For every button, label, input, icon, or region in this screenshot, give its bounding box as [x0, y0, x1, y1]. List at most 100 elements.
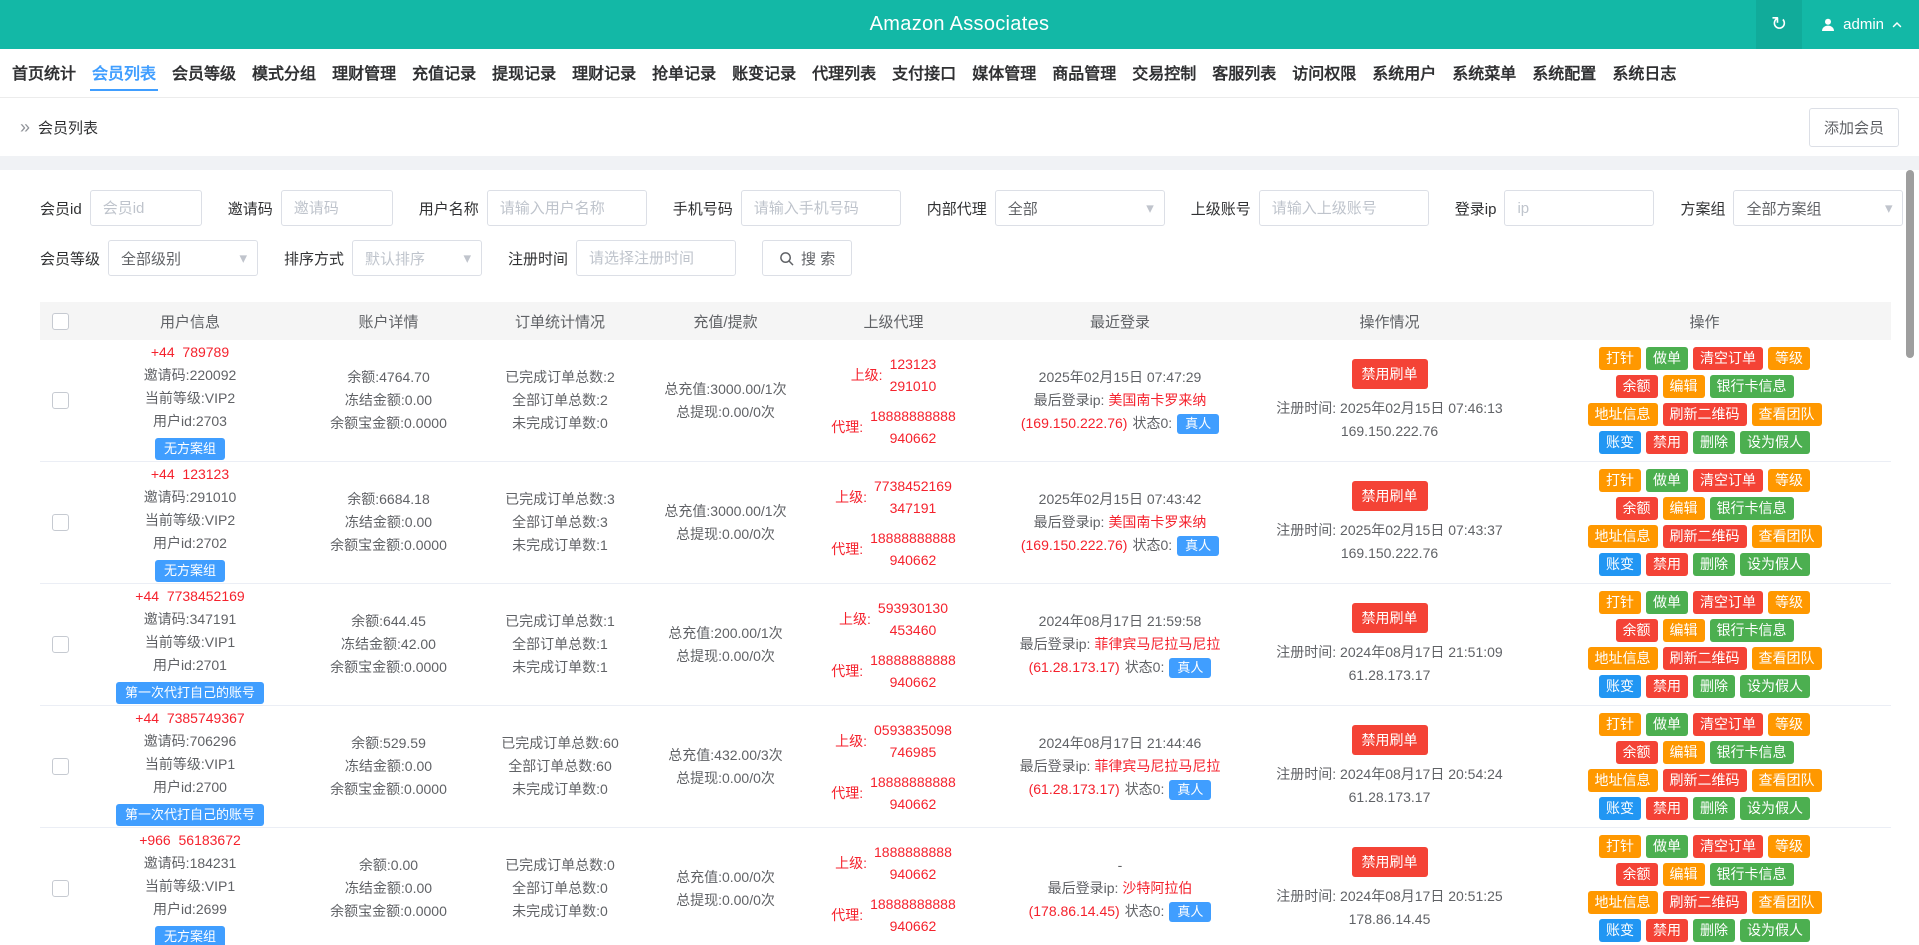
sort-order-select[interactable]: 默认排序▾ — [352, 240, 482, 276]
edit-button[interactable]: 编辑 — [1663, 863, 1705, 886]
register-time-input[interactable] — [576, 240, 736, 276]
level-button[interactable]: 等级 — [1768, 591, 1810, 614]
delete-button[interactable]: 删除 — [1693, 797, 1735, 820]
nav-item[interactable]: 媒体管理 — [970, 55, 1038, 91]
scrollbar-thumb[interactable] — [1906, 170, 1914, 358]
phone-number-input[interactable] — [741, 190, 901, 226]
delete-button[interactable]: 删除 — [1693, 553, 1735, 576]
inject-button[interactable]: 打针 — [1599, 835, 1641, 858]
nav-item[interactable]: 系统用户 — [1370, 55, 1438, 91]
address-info-button[interactable]: 地址信息 — [1588, 769, 1658, 792]
make-order-button[interactable]: 做单 — [1646, 713, 1688, 736]
plan-group-select[interactable]: 全部方案组▾ — [1733, 190, 1903, 226]
inject-button[interactable]: 打针 — [1599, 469, 1641, 492]
view-team-button[interactable]: 查看团队 — [1752, 647, 1822, 670]
make-order-button[interactable]: 做单 — [1646, 835, 1688, 858]
bank-card-info-button[interactable]: 银行卡信息 — [1710, 619, 1794, 642]
inject-button[interactable]: 打针 — [1599, 591, 1641, 614]
account-change-button[interactable]: 账变 — [1599, 797, 1641, 820]
address-info-button[interactable]: 地址信息 — [1588, 891, 1658, 914]
balance-button[interactable]: 余额 — [1616, 375, 1658, 398]
level-button[interactable]: 等级 — [1768, 347, 1810, 370]
nav-item[interactable]: 抢单记录 — [650, 55, 718, 91]
real-person-badge[interactable]: 真人 — [1177, 536, 1219, 556]
nav-item[interactable]: 访问权限 — [1290, 55, 1358, 91]
address-info-button[interactable]: 地址信息 — [1588, 525, 1658, 548]
view-team-button[interactable]: 查看团队 — [1752, 891, 1822, 914]
add-member-button[interactable]: 添加会员 — [1809, 108, 1899, 147]
level-button[interactable]: 等级 — [1768, 835, 1810, 858]
account-change-button[interactable]: 账变 — [1599, 431, 1641, 454]
real-person-badge[interactable]: 真人 — [1169, 780, 1211, 800]
nav-item[interactable]: 账变记录 — [730, 55, 798, 91]
nav-item[interactable]: 充值记录 — [410, 55, 478, 91]
delete-button[interactable]: 删除 — [1693, 675, 1735, 698]
row-checkbox[interactable] — [52, 392, 69, 409]
disable-button[interactable]: 禁用 — [1646, 431, 1688, 454]
account-change-button[interactable]: 账变 — [1599, 553, 1641, 576]
balance-button[interactable]: 余额 — [1616, 619, 1658, 642]
clear-orders-button[interactable]: 清空订单 — [1693, 835, 1763, 858]
set-as-fake-button[interactable]: 设为假人 — [1740, 431, 1810, 454]
ban-brushing-badge[interactable]: 禁用刷单 — [1352, 359, 1428, 389]
login-ip-input[interactable] — [1504, 190, 1654, 226]
nav-item[interactable]: 系统菜单 — [1450, 55, 1518, 91]
disable-button[interactable]: 禁用 — [1646, 797, 1688, 820]
plan-group-badge[interactable]: 第一次代打自己的账号 — [116, 682, 264, 704]
bank-card-info-button[interactable]: 银行卡信息 — [1710, 375, 1794, 398]
nav-item[interactable]: 会员等级 — [170, 55, 238, 91]
plan-group-badge[interactable]: 第一次代打自己的账号 — [116, 804, 264, 826]
row-checkbox[interactable] — [52, 880, 69, 897]
level-button[interactable]: 等级 — [1768, 713, 1810, 736]
bank-card-info-button[interactable]: 银行卡信息 — [1710, 497, 1794, 520]
level-button[interactable]: 等级 — [1768, 469, 1810, 492]
real-person-badge[interactable]: 真人 — [1169, 658, 1211, 678]
set-as-fake-button[interactable]: 设为假人 — [1740, 553, 1810, 576]
refresh-qrcode-button[interactable]: 刷新二维码 — [1663, 769, 1747, 792]
nav-item[interactable]: 代理列表 — [810, 55, 878, 91]
row-checkbox[interactable] — [52, 758, 69, 775]
edit-button[interactable]: 编辑 — [1663, 375, 1705, 398]
real-person-badge[interactable]: 真人 — [1177, 414, 1219, 434]
clear-orders-button[interactable]: 清空订单 — [1693, 713, 1763, 736]
account-change-button[interactable]: 账变 — [1599, 919, 1641, 942]
nav-item[interactable]: 理财管理 — [330, 55, 398, 91]
invite-code-input[interactable] — [281, 190, 393, 226]
real-person-badge[interactable]: 真人 — [1169, 902, 1211, 922]
refresh-qrcode-button[interactable]: 刷新二维码 — [1663, 647, 1747, 670]
clear-orders-button[interactable]: 清空订单 — [1693, 469, 1763, 492]
delete-button[interactable]: 删除 — [1693, 919, 1735, 942]
nav-item[interactable]: 交易控制 — [1130, 55, 1198, 91]
view-team-button[interactable]: 查看团队 — [1752, 525, 1822, 548]
disable-button[interactable]: 禁用 — [1646, 675, 1688, 698]
internal-agent-select[interactable]: 全部▾ — [995, 190, 1165, 226]
plan-group-badge[interactable]: 无方案组 — [155, 560, 225, 582]
nav-item[interactable]: 模式分组 — [250, 55, 318, 91]
ban-brushing-badge[interactable]: 禁用刷单 — [1352, 725, 1428, 755]
refresh-qrcode-button[interactable]: 刷新二维码 — [1663, 891, 1747, 914]
row-checkbox[interactable] — [52, 636, 69, 653]
nav-item[interactable]: 支付接口 — [890, 55, 958, 91]
clear-orders-button[interactable]: 清空订单 — [1693, 347, 1763, 370]
member-id-input[interactable] — [90, 190, 202, 226]
bank-card-info-button[interactable]: 银行卡信息 — [1710, 741, 1794, 764]
nav-item[interactable]: 系统日志 — [1610, 55, 1678, 91]
address-info-button[interactable]: 地址信息 — [1588, 647, 1658, 670]
clear-orders-button[interactable]: 清空订单 — [1693, 591, 1763, 614]
address-info-button[interactable]: 地址信息 — [1588, 403, 1658, 426]
set-as-fake-button[interactable]: 设为假人 — [1740, 675, 1810, 698]
parent-account-input[interactable] — [1259, 190, 1429, 226]
account-change-button[interactable]: 账变 — [1599, 675, 1641, 698]
refresh-qrcode-button[interactable]: 刷新二维码 — [1663, 525, 1747, 548]
nav-item[interactable]: 会员列表 — [90, 55, 158, 91]
balance-button[interactable]: 余额 — [1616, 497, 1658, 520]
bank-card-info-button[interactable]: 银行卡信息 — [1710, 863, 1794, 886]
search-button[interactable]: 搜 索 — [762, 240, 852, 276]
delete-button[interactable]: 删除 — [1693, 431, 1735, 454]
view-team-button[interactable]: 查看团队 — [1752, 403, 1822, 426]
refresh-button[interactable]: ↻ — [1756, 0, 1802, 49]
edit-button[interactable]: 编辑 — [1663, 741, 1705, 764]
plan-group-badge[interactable]: 无方案组 — [155, 438, 225, 460]
select-all-checkbox[interactable] — [52, 313, 69, 330]
ban-brushing-badge[interactable]: 禁用刷单 — [1352, 481, 1428, 511]
